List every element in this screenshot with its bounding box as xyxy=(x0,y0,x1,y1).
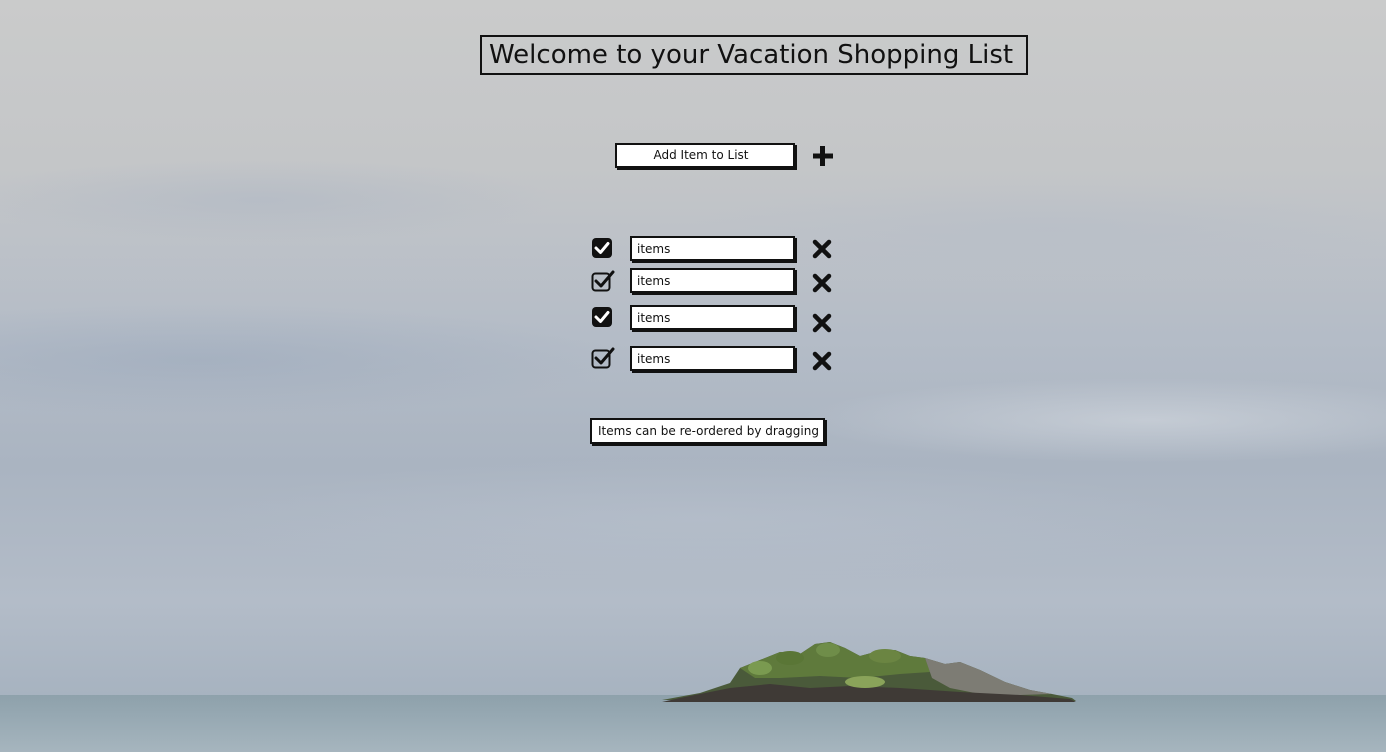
remove-item-1-close-icon[interactable] xyxy=(812,239,832,259)
remove-item-4-close-icon[interactable] xyxy=(812,351,832,371)
page-title: Welcome to your Vacation Shopping List xyxy=(480,35,1028,75)
checkbox-outline-checked-icon xyxy=(591,347,615,369)
item-input-2[interactable] xyxy=(630,268,795,293)
plus-icon[interactable] xyxy=(811,144,835,168)
remove-item-2-close-icon[interactable] xyxy=(812,273,832,293)
checkbox-checked-icon xyxy=(592,238,612,258)
item-checkbox-3[interactable] xyxy=(591,306,613,328)
item-input-3[interactable] xyxy=(630,305,795,330)
reorder-hint: Items can be re-ordered by dragging xyxy=(590,418,825,444)
item-input-4[interactable] xyxy=(630,346,795,371)
remove-item-3-close-icon[interactable] xyxy=(812,313,832,333)
add-item-button[interactable]: Add Item to List xyxy=(615,143,795,168)
item-input-1[interactable] xyxy=(630,236,795,261)
island-image xyxy=(662,642,1076,702)
checkbox-checked-icon xyxy=(592,307,612,327)
item-checkbox-1[interactable] xyxy=(591,237,613,259)
checkbox-outline-checked-icon xyxy=(591,270,615,292)
item-checkbox-2[interactable] xyxy=(591,270,615,292)
item-checkbox-4[interactable] xyxy=(591,347,615,369)
